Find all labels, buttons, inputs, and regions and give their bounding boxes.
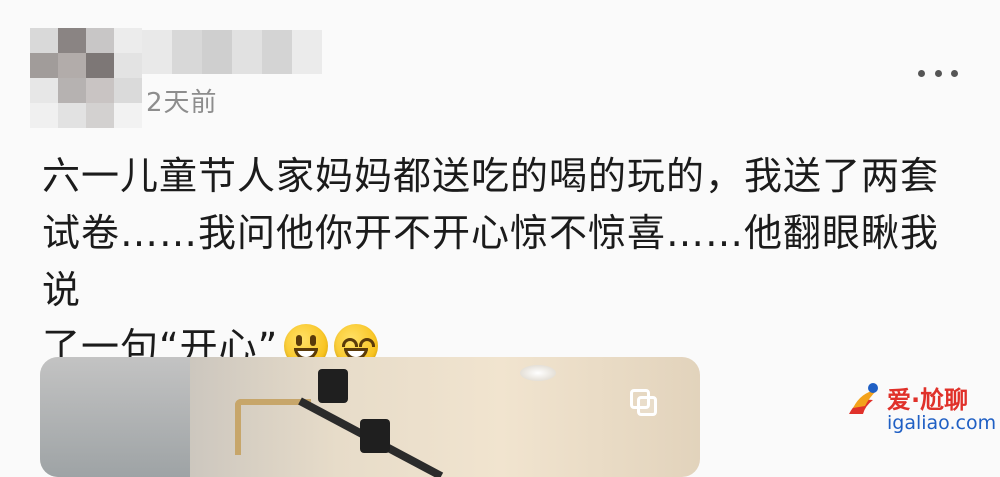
username-blurred[interactable] xyxy=(142,30,322,74)
post-photo[interactable] xyxy=(40,357,700,477)
more-options-button[interactable] xyxy=(918,60,958,86)
more-dot-icon xyxy=(918,69,925,77)
post-text-line: 六一儿童节人家妈妈都送吃的喝的玩的，我送了两套 xyxy=(42,154,940,198)
post-text-line: 试卷……我问他你开不开心惊不惊喜……他翻眼瞅我说 xyxy=(42,211,940,312)
more-dot-icon xyxy=(934,69,942,77)
user-avatar-blurred[interactable] xyxy=(30,28,142,128)
photo-ceiling-light xyxy=(520,365,556,381)
photo-wall-region xyxy=(40,357,190,477)
watermark: 爱·尬聊 igaliao.com xyxy=(843,372,997,442)
watermark-brand: 爱·尬聊 xyxy=(887,386,969,414)
photo-spotlight xyxy=(360,419,390,453)
photo-spotlight xyxy=(318,369,348,403)
multi-image-icon[interactable] xyxy=(630,389,660,419)
more-dot-icon xyxy=(951,69,958,77)
watermark-logo-icon xyxy=(849,383,878,414)
watermark-domain: igaliao.com xyxy=(887,412,997,434)
post-timestamp: 2天前 xyxy=(146,88,218,118)
post-text: 六一儿童节人家妈妈都送吃的喝的玩的，我送了两套 试卷……我问他你开不开心惊不惊喜… xyxy=(42,148,962,376)
